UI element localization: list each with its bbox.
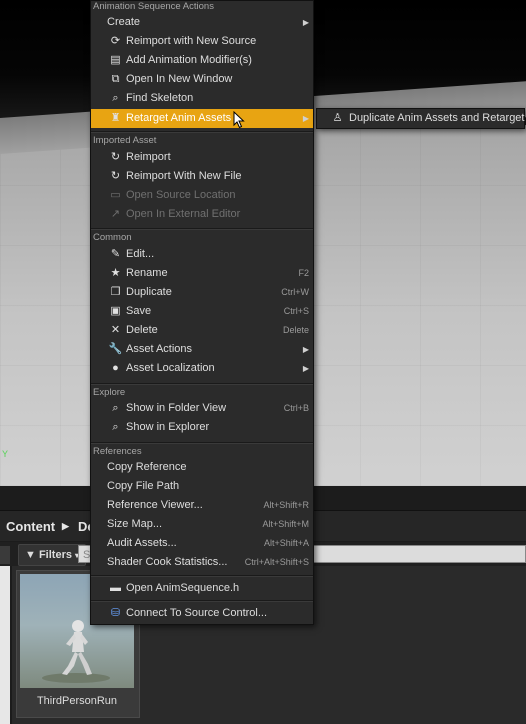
menu-separator bbox=[91, 383, 313, 385]
menu-item-save[interactable]: ▣ Save Ctrl+S bbox=[91, 302, 313, 321]
menu-item-edit[interactable]: ✎ Edit... bbox=[91, 245, 313, 264]
folder-icon: ▭ bbox=[110, 189, 121, 201]
menu-item-show-folder-view[interactable]: ⌕ Show in Folder View Ctrl+B bbox=[91, 399, 313, 418]
search-icon: ⌕ bbox=[112, 421, 119, 433]
asset-name: ThirdPersonRun bbox=[36, 695, 118, 707]
wrench-icon: 🔧 bbox=[108, 343, 123, 355]
mouse-cursor-icon bbox=[233, 111, 245, 129]
menu-item-open-anim-h[interactable]: ▬ Open AnimSequence.h bbox=[91, 579, 313, 598]
menu-item-open-new-window[interactable]: ⧉ Open In New Window bbox=[91, 70, 313, 89]
sources-panel bbox=[0, 566, 10, 724]
menu-item-duplicate[interactable]: ❐ Duplicate Ctrl+W bbox=[91, 283, 313, 302]
filters-button[interactable]: ▼ Filters ▾ bbox=[18, 544, 87, 566]
save-icon: ▣ bbox=[110, 305, 121, 317]
menu-item-reference-viewer[interactable]: Reference Viewer... Alt+Shift+R bbox=[91, 496, 313, 515]
section-header-explore: Explore bbox=[93, 387, 126, 398]
breadcrumb-chevron-icon: ▶ bbox=[62, 521, 69, 531]
submenu-arrow-icon: ▶ bbox=[302, 114, 309, 123]
section-header-imported: Imported Asset bbox=[93, 135, 157, 146]
axis-gizmo-label: Y bbox=[2, 450, 9, 461]
menu-item-copy-reference[interactable]: Copy Reference bbox=[91, 458, 313, 477]
menu-item-size-map[interactable]: Size Map... Alt+Shift+M bbox=[91, 515, 313, 534]
duplicate-icon: ❐ bbox=[110, 286, 121, 298]
new-window-icon: ⧉ bbox=[111, 73, 120, 85]
menu-item-shader-cook-stats[interactable]: Shader Cook Statistics... Ctrl+Alt+Shift… bbox=[91, 553, 313, 572]
source-control-icon: ⛁ bbox=[110, 607, 121, 619]
submenu-arrow-icon: ▶ bbox=[302, 18, 309, 27]
context-menu: Animation Sequence Actions Create ▶ ⟳ Re… bbox=[90, 0, 314, 625]
code-icon: ▬ bbox=[110, 582, 121, 594]
sources-toggle[interactable] bbox=[0, 546, 10, 564]
globe-icon: ● bbox=[112, 362, 119, 374]
submenu-item-duplicate-retarget[interactable]: ♙ Duplicate Anim Assets and Retarget bbox=[317, 109, 525, 128]
menu-item-reimport[interactable]: ↻ Reimport bbox=[91, 148, 313, 167]
menu-item-open-source-location[interactable]: ▭ Open Source Location bbox=[91, 186, 313, 205]
section-header-animation: Animation Sequence Actions bbox=[93, 1, 214, 12]
menu-separator bbox=[91, 575, 313, 577]
section-header-references: References bbox=[93, 446, 142, 457]
submenu-arrow-icon: ▶ bbox=[302, 345, 309, 354]
menu-item-asset-actions[interactable]: 🔧 Asset Actions ▶ bbox=[91, 340, 313, 359]
menu-item-copy-file-path[interactable]: Copy File Path bbox=[91, 477, 313, 496]
filter-icon: ▼ bbox=[25, 549, 36, 561]
menu-separator bbox=[91, 600, 313, 602]
reimport-icon: ↻ bbox=[110, 170, 121, 182]
menu-item-show-explorer[interactable]: ⌕ Show in Explorer bbox=[91, 418, 313, 437]
menu-separator bbox=[91, 228, 313, 230]
reimport-icon: ⟳ bbox=[110, 35, 121, 47]
rename-icon: ★ bbox=[110, 267, 121, 279]
menu-item-open-external-editor[interactable]: ↗ Open In External Editor bbox=[91, 205, 313, 224]
delete-icon: ✕ bbox=[110, 324, 121, 336]
menu-item-reimport-new-file[interactable]: ↻ Reimport With New File bbox=[91, 167, 313, 186]
menu-item-retarget[interactable]: ♜ Retarget Anim Assets ▶ bbox=[91, 109, 313, 128]
find-icon: ⌕ bbox=[112, 92, 119, 104]
menu-item-audit-assets[interactable]: Audit Assets... Alt+Shift+A bbox=[91, 534, 313, 553]
section-header-common: Common bbox=[93, 232, 132, 243]
retarget-submenu: ♙ Duplicate Anim Assets and Retarget bbox=[316, 108, 525, 129]
menu-item-rename[interactable]: ★ Rename F2 bbox=[91, 264, 313, 283]
search-icon: ⌕ bbox=[112, 402, 119, 414]
submenu-arrow-icon: ▶ bbox=[302, 364, 309, 373]
menu-item-delete[interactable]: ✕ Delete Delete bbox=[91, 321, 313, 340]
menu-item-connect-source-control[interactable]: ⛁ Connect To Source Control... bbox=[91, 604, 313, 623]
menu-item-reimport-new-source[interactable]: ⟳ Reimport with New Source bbox=[91, 32, 313, 51]
modifier-icon: ▤ bbox=[110, 54, 121, 66]
breadcrumb-content[interactable]: Content bbox=[6, 519, 55, 534]
skeleton-icon: ♜ bbox=[110, 112, 121, 124]
menu-item-asset-localization[interactable]: ● Asset Localization ▶ bbox=[91, 359, 313, 378]
skeleton-icon: ♙ bbox=[332, 112, 343, 124]
menu-item-find-skeleton[interactable]: ⌕ Find Skeleton bbox=[91, 89, 313, 108]
reimport-icon: ↻ bbox=[110, 151, 121, 163]
menu-item-create[interactable]: Create ▶ bbox=[91, 13, 313, 32]
menu-separator bbox=[91, 131, 313, 133]
edit-icon: ✎ bbox=[110, 248, 121, 260]
menu-separator bbox=[91, 442, 313, 444]
menu-item-add-modifiers[interactable]: ▤ Add Animation Modifier(s) bbox=[91, 51, 313, 70]
external-icon: ↗ bbox=[110, 208, 121, 220]
